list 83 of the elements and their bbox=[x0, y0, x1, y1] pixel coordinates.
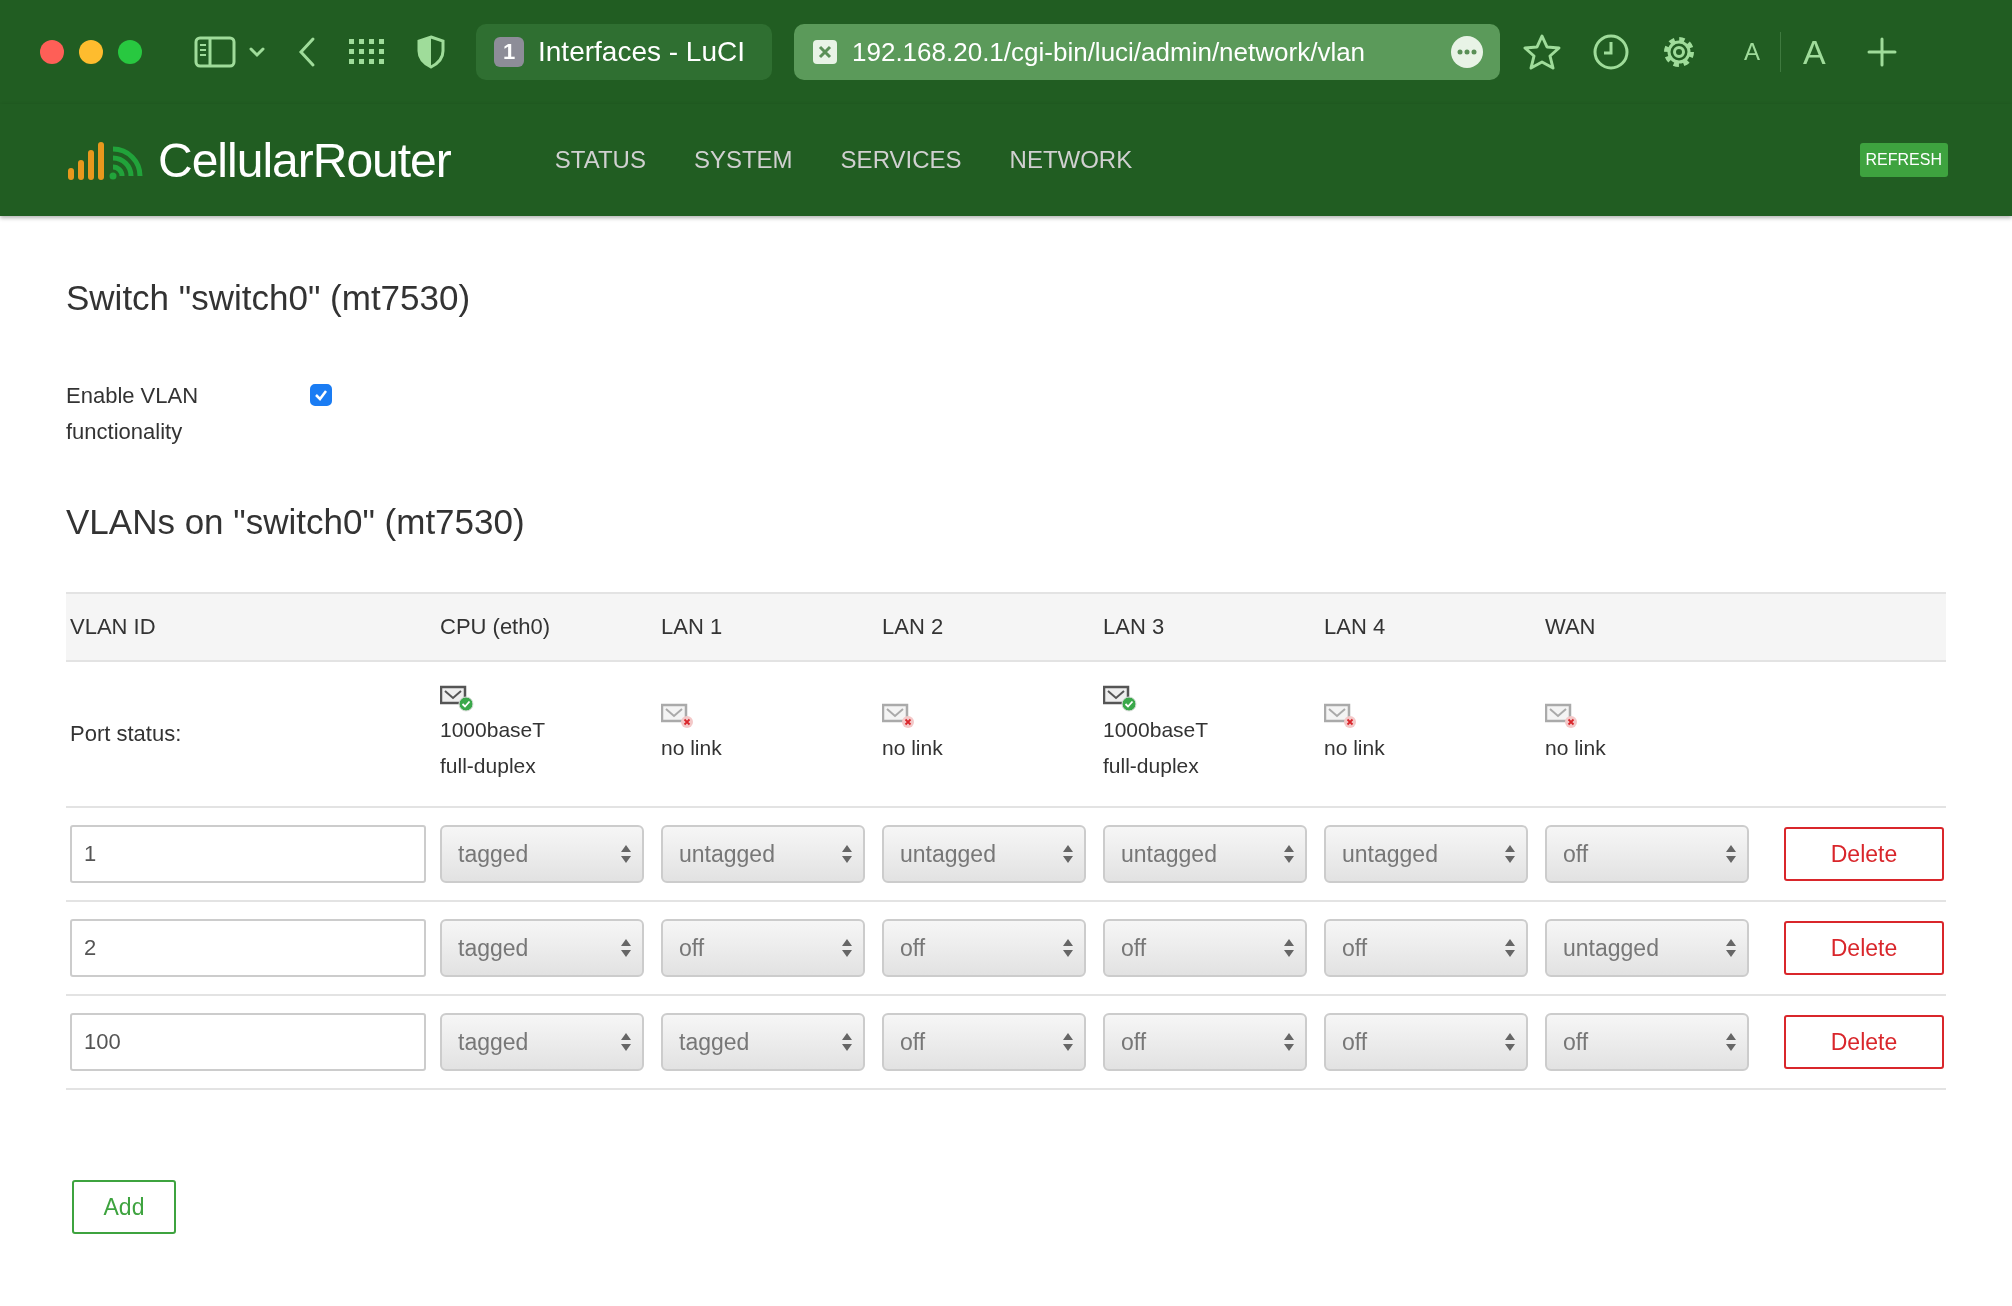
port-status-text: no link bbox=[882, 735, 943, 761]
port-mode-select[interactable]: tagged bbox=[440, 825, 644, 883]
up-down-arrows-icon bbox=[1283, 1031, 1295, 1053]
up-down-arrows-icon bbox=[841, 937, 853, 959]
vlan-id-field[interactable]: 100 bbox=[70, 1013, 426, 1071]
port-mode-select[interactable]: untagged bbox=[661, 825, 865, 883]
close-window-button[interactable] bbox=[40, 40, 64, 64]
port-mode-select[interactable]: off bbox=[661, 919, 865, 977]
column-header: CPU (eth0) bbox=[440, 614, 552, 640]
port-mode-select[interactable]: off bbox=[1103, 1013, 1307, 1071]
port-mode-select[interactable]: untagged bbox=[1545, 919, 1749, 977]
up-down-arrows-icon bbox=[1062, 937, 1074, 959]
new-tab-icon[interactable] bbox=[1865, 36, 1898, 68]
clock-icon[interactable] bbox=[1592, 33, 1630, 71]
up-down-arrows-icon bbox=[620, 843, 632, 865]
up-down-arrows-icon bbox=[1725, 843, 1737, 865]
port-mode-select[interactable]: untagged bbox=[1103, 825, 1307, 883]
up-down-arrows-icon bbox=[1504, 1031, 1516, 1053]
port-mode-select[interactable]: off bbox=[1103, 919, 1307, 977]
shield-icon[interactable] bbox=[416, 35, 446, 69]
up-down-arrows-icon bbox=[1283, 843, 1295, 865]
vlan-id-field[interactable]: 2 bbox=[70, 919, 426, 977]
port-mode-select[interactable]: untagged bbox=[1324, 825, 1528, 883]
delete-button[interactable]: Delete bbox=[1784, 921, 1944, 975]
port-mode-select[interactable]: untagged bbox=[882, 825, 1086, 883]
up-down-arrows-icon bbox=[841, 1031, 853, 1053]
grid-icon[interactable] bbox=[348, 37, 386, 67]
more-icon[interactable] bbox=[1450, 35, 1484, 69]
port-status-text: 1000baseT full-duplex bbox=[440, 717, 546, 779]
column-header: LAN 2 bbox=[882, 614, 945, 640]
port-status-text: no link bbox=[1545, 735, 1606, 761]
column-header: LAN 4 bbox=[1324, 614, 1387, 640]
enable-vlan-checkbox[interactable] bbox=[310, 384, 332, 406]
row-label: Port status: bbox=[69, 721, 183, 747]
port-mode-select[interactable]: tagged bbox=[440, 919, 644, 977]
nav-link[interactable]: NETWORK bbox=[1009, 146, 1133, 174]
port-status-text: no link bbox=[1324, 735, 1385, 761]
up-down-arrows-icon bbox=[1062, 1031, 1074, 1053]
nav-link[interactable]: SERVICES bbox=[840, 146, 962, 174]
browser-tab[interactable]: 192.168.20.1/cgi-bin/luci/admin/network/vlan bbox=[794, 24, 1500, 80]
up-down-arrows-icon bbox=[620, 1031, 632, 1053]
port-mode-select[interactable]: off bbox=[1324, 919, 1528, 977]
port-mode-select[interactable]: off bbox=[1324, 1013, 1528, 1071]
port-mode-select[interactable]: tagged bbox=[661, 1013, 865, 1071]
up-down-arrows-icon bbox=[1283, 937, 1295, 959]
close-tab-icon[interactable] bbox=[812, 39, 838, 65]
up-down-arrows-icon bbox=[1725, 1031, 1737, 1053]
port-status-text: 1000baseT full-duplex bbox=[1103, 717, 1209, 779]
field-label: Enable VLAN functionality bbox=[66, 382, 200, 446]
zoom-window-button[interactable] bbox=[118, 40, 142, 64]
brand-name: CellularRouter bbox=[158, 132, 451, 188]
port-status-text: no link bbox=[661, 735, 722, 761]
port-mode-select[interactable]: off bbox=[1545, 825, 1749, 883]
up-down-arrows-icon bbox=[1504, 937, 1516, 959]
up-down-arrows-icon bbox=[1725, 937, 1737, 959]
port-mode-select[interactable]: tagged bbox=[440, 1013, 644, 1071]
smaller-text-button[interactable]: A bbox=[1744, 38, 1760, 66]
browser-tab[interactable]: 1 Interfaces - LuCI bbox=[476, 24, 772, 80]
column-header: LAN 3 bbox=[1103, 614, 1166, 640]
port-mode-select[interactable]: off bbox=[1545, 1013, 1749, 1071]
nav-link[interactable]: SYSTEM bbox=[693, 146, 793, 174]
vlan-id-field[interactable]: 1 bbox=[70, 825, 426, 883]
nav-link[interactable]: STATUS bbox=[554, 146, 646, 174]
up-down-arrows-icon bbox=[1062, 843, 1074, 865]
delete-button[interactable]: Delete bbox=[1784, 827, 1944, 881]
column-header: VLAN ID bbox=[69, 614, 157, 640]
sidebar-icon[interactable] bbox=[194, 35, 236, 69]
star-icon[interactable] bbox=[1522, 33, 1562, 71]
up-down-arrows-icon bbox=[841, 843, 853, 865]
delete-button[interactable]: Delete bbox=[1784, 1015, 1944, 1069]
up-down-arrows-icon bbox=[620, 937, 632, 959]
section-title: Switch "switch0" (mt7530) bbox=[66, 278, 472, 318]
larger-text-button[interactable]: A bbox=[1803, 32, 1826, 72]
column-header: LAN 1 bbox=[661, 614, 724, 640]
minimize-window-button[interactable] bbox=[79, 40, 103, 64]
section-title: VLANs on "switch0" (mt7530) bbox=[66, 502, 526, 542]
up-down-arrows-icon bbox=[1504, 843, 1516, 865]
port-mode-select[interactable]: off bbox=[882, 1013, 1086, 1071]
refresh-button[interactable]: REFRESH bbox=[1859, 143, 1948, 177]
port-mode-select[interactable]: off bbox=[882, 919, 1086, 977]
add-button[interactable]: Add bbox=[72, 1180, 176, 1234]
column-header: WAN bbox=[1545, 614, 1597, 640]
chevron-down-icon[interactable] bbox=[248, 46, 266, 58]
